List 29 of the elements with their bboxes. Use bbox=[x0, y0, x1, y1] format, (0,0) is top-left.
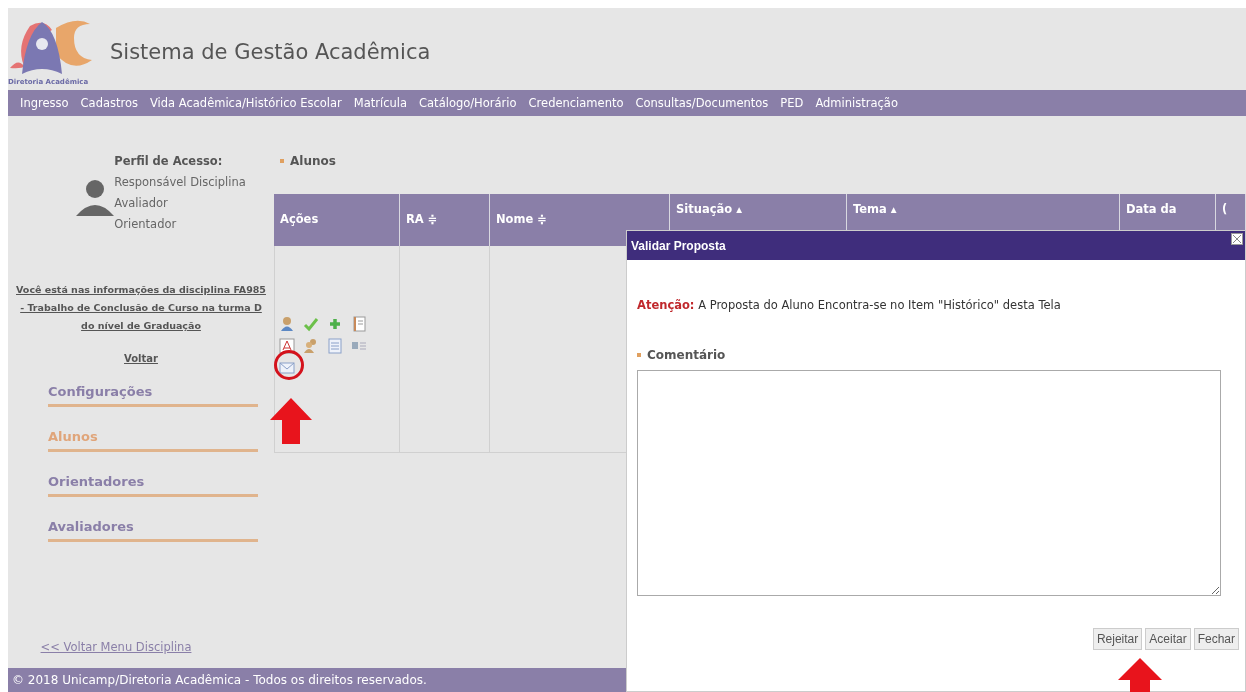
nav-item[interactable]: Credenciamento bbox=[528, 96, 624, 110]
nav-item[interactable]: Administração bbox=[815, 96, 898, 110]
profile-role: Avaliador bbox=[114, 196, 169, 210]
dialog-button[interactable]: Fechar bbox=[1193, 628, 1239, 650]
column-header: Ações bbox=[274, 194, 400, 246]
nav-item[interactable]: PED bbox=[780, 96, 804, 110]
menu-back-link[interactable]: << Voltar Menu Disciplina bbox=[40, 640, 192, 654]
profile-role: Responsável Disciplina bbox=[114, 175, 246, 189]
nav-item[interactable]: Ingresso bbox=[20, 96, 69, 110]
nav-item[interactable]: Vida Acadêmica/Histórico Escolar bbox=[150, 96, 342, 110]
profile-heading: Perfil de Acesso: bbox=[114, 154, 224, 168]
section-title: Alunos bbox=[290, 154, 336, 168]
sidebar-item[interactable]: Avaliadores bbox=[48, 519, 258, 542]
profile-role: Orientador bbox=[114, 217, 178, 231]
nav-item[interactable]: Cadastros bbox=[80, 96, 138, 110]
dialog-button[interactable]: Rejeitar bbox=[1092, 628, 1143, 650]
column-header[interactable]: RA ≑ bbox=[400, 194, 490, 246]
app-title: Sistema de Gestão Acadêmica bbox=[110, 40, 431, 64]
warning-message: Atenção: A Proposta do Aluno Encontra-se no Item "Histórico" desta Tela bbox=[637, 298, 1062, 312]
copyright: © 2018 Unicamp/Diretoria Acadêmica - Todos os direitos reservados. bbox=[12, 673, 427, 687]
sidebar-item[interactable]: Configurações bbox=[48, 384, 258, 407]
dialog-button[interactable]: Aceitar bbox=[1145, 628, 1191, 650]
nav-item[interactable]: Consultas/Documentos bbox=[635, 96, 769, 110]
comment-label: Comentário bbox=[647, 348, 726, 362]
back-link[interactable]: Voltar bbox=[124, 353, 158, 364]
discipline-link[interactable]: Você está nas informações da disciplina FA985 - Trabalho de Conclusão de Curso na turma D do nível de Graduação bbox=[16, 281, 266, 335]
nav-item[interactable]: Catálogo/Horário bbox=[419, 96, 517, 110]
nav-item[interactable]: Matrícula bbox=[353, 96, 408, 110]
sidebar-item[interactable]: Orientadores bbox=[48, 474, 258, 497]
